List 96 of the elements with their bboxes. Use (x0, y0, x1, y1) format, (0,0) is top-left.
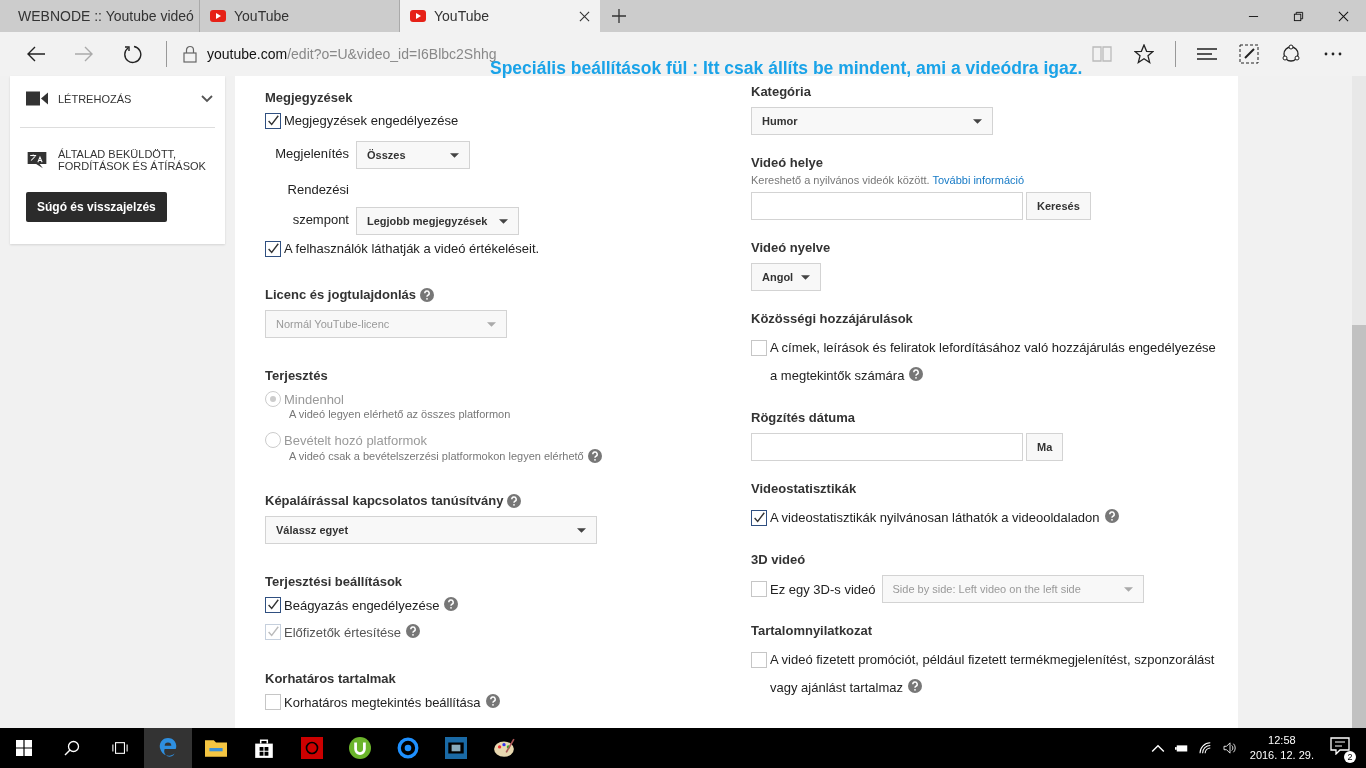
checkbox[interactable] (265, 597, 281, 613)
section-title: Terjesztés (265, 368, 328, 383)
help-icon[interactable] (485, 694, 500, 708)
help-feedback-button[interactable]: Súgó és visszajelzés (26, 192, 167, 222)
section-title: Megjegyzések (265, 90, 353, 105)
section-title: Korhatáros tartalmak (265, 671, 396, 686)
restore-icon[interactable] (1293, 10, 1304, 22)
video-camera-icon (26, 90, 48, 107)
section-title: Képaláírással kapcsolatos tanúsítvány (265, 493, 504, 508)
dropdown[interactable]: Humor (751, 107, 993, 135)
back-arrow-icon[interactable] (26, 44, 46, 64)
browser-tab[interactable]: YouTube (400, 0, 600, 32)
translate-icon (26, 151, 48, 169)
dropdown[interactable]: Összes (356, 141, 470, 169)
battery-icon[interactable] (1174, 742, 1189, 754)
section-title: Közösségi hozzájárulások (751, 311, 913, 326)
caret-icon (801, 274, 811, 280)
notification-icon[interactable] (1330, 737, 1350, 755)
caret-icon (973, 118, 982, 124)
section-title: Videostatisztikák (751, 481, 857, 496)
edge-icon[interactable] (157, 737, 179, 759)
task-view-icon[interactable] (112, 740, 128, 756)
checkbox-label: A címek, leírások és feliratok lefordításához való hozzájárulás engedélyezése a megtekintők számára (770, 339, 1217, 385)
share-icon[interactable] (1281, 44, 1301, 64)
help-icon[interactable] (420, 287, 434, 302)
radio-label: Mindenhol (284, 391, 344, 407)
section-title: Rögzítés dátuma (751, 410, 855, 425)
caret-icon (1123, 586, 1133, 592)
shopping-bag-icon[interactable] (253, 737, 275, 759)
action-button[interactable]: Ma (1026, 433, 1064, 461)
chevron-up-icon[interactable] (1150, 742, 1165, 754)
section-title: Licenc és jogtulajdonlás (265, 287, 416, 302)
input-field[interactable] (751, 192, 1023, 220)
caret-icon (487, 321, 496, 327)
palette-icon[interactable] (493, 737, 515, 759)
sidebar-item[interactable]: ÁLTALAD BEKÜLDÖTT, FORDÍTÁSOK ÉS ÁTÍRÁSOK (26, 142, 215, 178)
input-field[interactable] (751, 433, 1023, 461)
checkbox-label: Megjegyzések engedélyezése (284, 113, 459, 129)
film-icon[interactable] (445, 737, 467, 759)
speaker-icon[interactable] (1222, 742, 1237, 754)
checkbox-label: Előfizetők értesítése (284, 624, 421, 641)
play-icon (410, 8, 426, 24)
section-title: 3D videó (751, 552, 806, 567)
notification-count: 2 (1344, 751, 1356, 763)
checkbox[interactable] (265, 113, 281, 129)
checkbox[interactable] (265, 241, 281, 257)
hint-text: Kereshető a nyilvános videók között. További információ (751, 174, 1026, 186)
plus-icon[interactable] (612, 9, 626, 23)
checkbox-label: A felhasználók láthatják a videó értékeléseit. (284, 241, 540, 257)
chevron-down-icon[interactable] (201, 94, 213, 103)
checkbox[interactable] (751, 510, 767, 526)
section-title: Kategória (751, 84, 811, 99)
refresh-icon[interactable] (122, 44, 142, 64)
caret-icon (577, 527, 586, 533)
play-icon (210, 8, 226, 24)
option-description: A videó legyen elérhető az összes platformon (289, 408, 511, 420)
action-button[interactable]: Keresés (1026, 192, 1091, 220)
lock-icon (183, 45, 197, 63)
close-icon[interactable] (1338, 10, 1349, 22)
windows-start-icon[interactable] (16, 740, 32, 756)
caret-icon (499, 218, 509, 224)
more-info-link[interactable]: További információ (932, 174, 1025, 186)
option-description: A videó csak a bevételszerzési platformokon legyen elérhető (289, 450, 584, 462)
app-icon[interactable] (397, 737, 419, 759)
help-icon[interactable] (907, 679, 922, 693)
field-label: Rendezési szempont (286, 181, 349, 229)
checkbox-label: Korhatáros megtekintés beállítása (284, 694, 500, 711)
pen-note-icon[interactable] (1239, 44, 1259, 64)
wifi-icon[interactable] (1198, 742, 1213, 754)
help-icon[interactable] (507, 493, 522, 508)
app-icon[interactable] (301, 737, 323, 759)
close-icon[interactable] (579, 10, 590, 22)
section-title: Tartalomnyilatkozat (751, 623, 873, 638)
checkbox-label: A videó fizetett promóciót, például fizetett termékmegjelenítést, szponzorálást vagy ajánlást tartalmaz (770, 651, 1216, 697)
star-icon[interactable] (1134, 44, 1154, 64)
torrent-icon[interactable] (349, 737, 371, 759)
help-icon[interactable] (444, 597, 459, 611)
help-icon[interactable] (909, 367, 924, 381)
section-title: Videó helye (751, 155, 823, 170)
checkbox-label: Ez egy 3D-s videó (770, 581, 876, 597)
folder-icon[interactable] (205, 737, 227, 759)
field-label: Megjelenítés (275, 145, 349, 163)
checkbox-label: A videostatisztikák nyilvánosan láthatók a videooldaladon (770, 504, 1119, 532)
section-title: Terjesztési beállítások (265, 574, 403, 589)
clock[interactable]: 12:58 2016. 12. 29. (1249, 733, 1314, 763)
scrollbar-thumb[interactable] (1352, 325, 1366, 728)
caret-icon (450, 152, 459, 158)
section-title: Videó nyelve (751, 240, 831, 255)
checkbox-label: Beágyazás engedélyezése (284, 597, 459, 614)
sidebar-item[interactable]: LÉTREHOZÁS (26, 84, 215, 127)
dropdown[interactable]: Legjobb megjegyzések (356, 207, 520, 235)
radio-label: Bevételt hozó platformok (284, 432, 428, 448)
search-icon[interactable] (64, 740, 80, 756)
help-icon[interactable] (1104, 509, 1119, 523)
dropdown[interactable]: Válassz egyet (265, 516, 597, 544)
dropdown[interactable]: Angol (751, 263, 822, 291)
